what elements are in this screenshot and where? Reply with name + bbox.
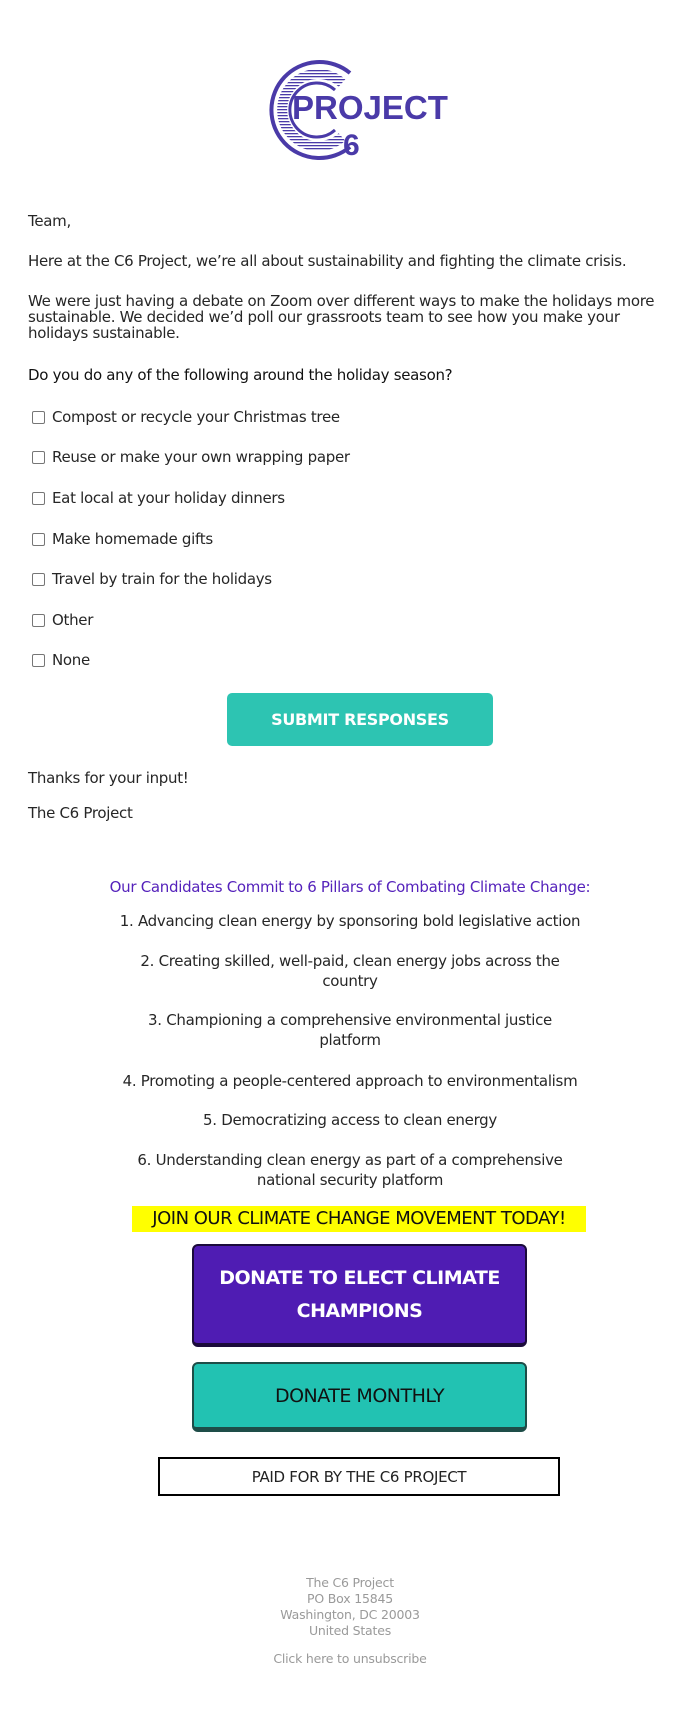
option-homemade-gifts[interactable]: Make homemade gifts — [32, 530, 213, 548]
checkbox[interactable] — [32, 613, 45, 627]
option-other[interactable]: Other — [32, 611, 93, 629]
pillar-item: 1. Advancing clean energy by sponsoring … — [119, 912, 581, 930]
donate-monthly-button[interactable]: DONATE MONTHLY — [192, 1362, 527, 1432]
checkbox[interactable] — [32, 572, 45, 586]
option-label: Other — [52, 611, 94, 629]
join-movement-banner: JOIN OUR CLIMATE CHANGE MOVEMENT TODAY! — [132, 1206, 586, 1232]
logo-word: PROJECT — [292, 89, 448, 126]
intro-text: Here at the C6 Project, we’re all about … — [28, 252, 627, 270]
option-label: None — [52, 651, 90, 669]
checkbox[interactable] — [32, 410, 45, 424]
footer-city: Washington, DC 20003 — [280, 1607, 420, 1622]
pillar-item: 5. Democratizing access to clean energy — [203, 1111, 497, 1129]
footer-country: United States — [308, 1623, 392, 1638]
greeting: Team, — [28, 212, 71, 230]
option-label: Travel by train for the holidays — [52, 570, 272, 588]
poll-question: Do you do any of the following around th… — [28, 366, 453, 384]
unsubscribe-link[interactable]: Click here to unsubscribe — [200, 1651, 500, 1667]
checkbox[interactable] — [32, 653, 45, 667]
option-label: Reuse or make your own wrapping paper — [52, 448, 350, 466]
footer-org: The C6 Project — [306, 1575, 394, 1590]
option-eat-local[interactable]: Eat local at your holiday dinners — [32, 489, 285, 507]
option-label: Compost or recycle your Christmas tree — [52, 408, 340, 426]
checkbox[interactable] — [32, 450, 45, 464]
option-label: Eat local at your holiday dinners — [52, 489, 285, 507]
pillars-title: Our Candidates Commit to 6 Pillars of Co… — [109, 878, 591, 896]
footer-po-box: PO Box 15845 — [307, 1591, 393, 1606]
submit-responses-button[interactable]: SUBMIT RESPONSES — [227, 693, 493, 746]
option-label: Make homemade gifts — [52, 530, 213, 548]
signature: The C6 Project — [28, 804, 133, 822]
thanks-text: Thanks for your input! — [28, 769, 189, 787]
pillar-item: 3. Championing a comprehensive environme… — [148, 1011, 552, 1049]
paid-for-disclaimer: PAID FOR BY THE C6 PROJECT — [158, 1457, 560, 1496]
pillar-item: 2. Creating skilled, well-paid, clean en… — [140, 952, 560, 990]
donate-button[interactable]: DONATE TO ELECT CLIMATE CHAMPIONS — [192, 1244, 527, 1347]
option-none[interactable]: None — [32, 651, 90, 669]
option-travel-train[interactable]: Travel by train for the holidays — [32, 570, 272, 588]
option-wrapping-paper[interactable]: Reuse or make your own wrapping paper — [32, 448, 350, 466]
pillar-item: 6. Understanding clean energy as part of… — [137, 1151, 563, 1189]
option-compost-tree[interactable]: Compost or recycle your Christmas tree — [32, 408, 340, 426]
logo-graphic: PROJECT 6 — [269, 60, 448, 162]
body-paragraph: We were just having a debate on Zoom ove… — [28, 292, 655, 342]
checkbox[interactable] — [32, 491, 45, 505]
checkbox[interactable] — [32, 532, 45, 546]
c6-project-logo: PROJECT 6 — [258, 55, 448, 165]
footer-address: The C6 Project PO Box 15845 Washington, … — [200, 1575, 500, 1639]
pillar-item: 4. Promoting a people-centered approach … — [122, 1072, 578, 1090]
logo-number: 6 — [343, 129, 360, 162]
